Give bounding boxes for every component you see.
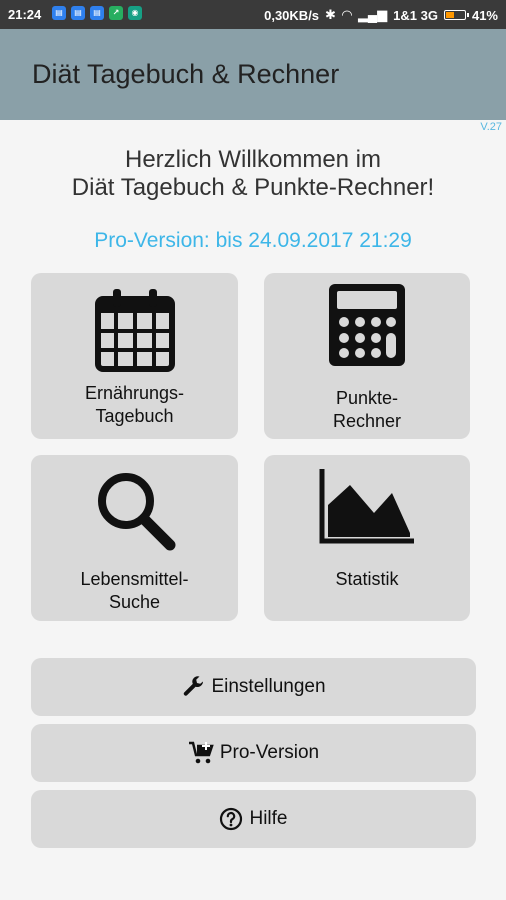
notification-icon: ▤: [71, 6, 85, 20]
battery-percent: 41%: [471, 7, 498, 23]
welcome-line-2: Diät Tagebuch & Punkte-Rechner!: [71, 174, 435, 201]
notification-icon: ▤: [90, 6, 104, 20]
search-tile[interactable]: Lebensmittel- Suche: [31, 455, 238, 621]
pro-version-label: Pro-Version: [219, 742, 320, 763]
calendar-icon: [94, 289, 175, 372]
help-button[interactable]: Hilfe: [31, 790, 476, 848]
network-speed: 0,30KB/s: [264, 7, 320, 23]
battery-icon: [443, 10, 469, 20]
cart-icon: [188, 741, 214, 764]
carrier-label: 1&1 3G: [393, 7, 438, 23]
notification-icons: ▤ ▤ ▤ ↗ ◉: [52, 6, 142, 20]
calculator-label-line-1: Punkte-: [335, 388, 399, 408]
search-icon: [97, 473, 175, 551]
diary-tile[interactable]: Ernährungs- Tagebuch: [31, 273, 238, 439]
pro-version-button[interactable]: Pro-Version: [31, 724, 476, 782]
notification-icon: ↗: [109, 6, 123, 20]
search-label-line-2: Suche: [108, 592, 161, 612]
signal-icon: ▂▄▆: [357, 7, 388, 22]
statistics-tile[interactable]: Statistik: [264, 455, 470, 621]
calculator-icon: [329, 284, 405, 366]
settings-label: Einstellungen: [211, 676, 326, 697]
diary-label-line-1: Ernährungs-: [84, 383, 185, 403]
wifi-icon: ◠: [341, 7, 352, 22]
app-bar: Diät Tagebuch & Rechner: [0, 29, 506, 120]
welcome-text: Herzlich Willkommen im Diät Tagebuch & P…: [0, 146, 506, 202]
calculator-tile[interactable]: Punkte- Rechner: [264, 273, 470, 439]
calculator-label-line-2: Rechner: [332, 411, 402, 431]
pro-status: Pro-Version: bis 24.09.2017 21:29: [94, 229, 412, 252]
bluetooth-icon: ✱: [325, 7, 336, 22]
notification-icon: ▤: [52, 6, 66, 20]
app-title: Diät Tagebuch & Rechner: [32, 59, 340, 89]
help-label: Hilfe: [249, 808, 288, 829]
diary-label-line-2: Tagebuch: [95, 406, 174, 426]
status-bar: 21:24 ▤ ▤ ▤ ↗ ◉ 0,30KB/s ✱ ◠ ▂▄▆ 1&1 3G …: [0, 0, 506, 29]
status-right: 0,30KB/s ✱ ◠ ▂▄▆ 1&1 3G 41%: [264, 7, 498, 23]
area-chart-icon: [319, 469, 414, 544]
wrench-icon: [184, 676, 204, 696]
statistics-label: Statistik: [335, 569, 399, 589]
version-label: V.27: [480, 121, 502, 133]
notification-icon: ◉: [128, 6, 142, 20]
search-label-line-1: Lebensmittel-: [80, 569, 189, 589]
settings-button[interactable]: Einstellungen: [31, 658, 476, 716]
welcome-line-1: Herzlich Willkommen im: [124, 146, 382, 173]
help-icon: [220, 807, 243, 831]
status-time: 21:24: [8, 7, 42, 22]
